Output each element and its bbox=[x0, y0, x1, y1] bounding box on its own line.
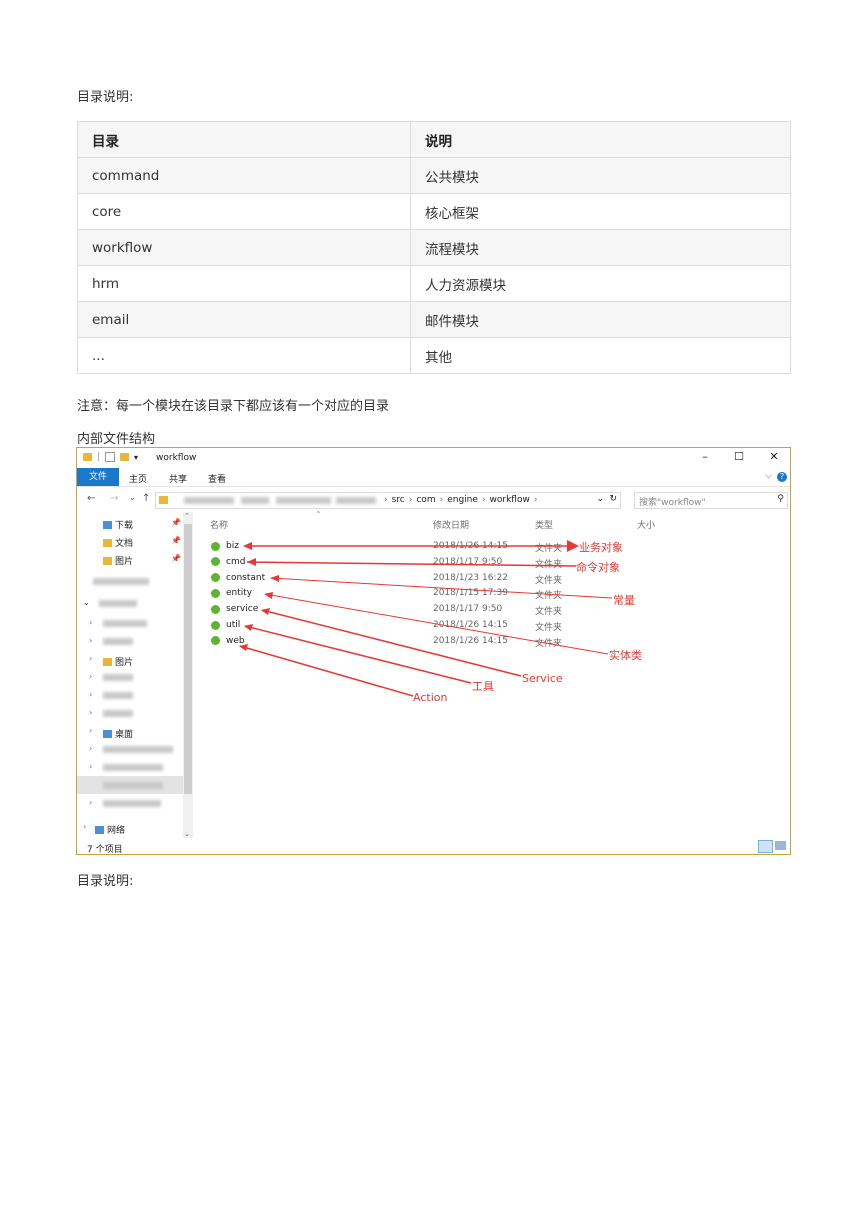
annotation-label: 工具 bbox=[472, 680, 494, 693]
arrow-constant bbox=[270, 577, 613, 599]
annotation-label: 业务对象 bbox=[579, 541, 623, 554]
footer-label: 目录说明: bbox=[77, 874, 134, 889]
arrowhead bbox=[243, 542, 252, 550]
annotation-label: 常量 bbox=[613, 594, 635, 607]
annotation-arrows bbox=[239, 540, 613, 697]
annotation-label: Action bbox=[413, 691, 448, 704]
arrowhead bbox=[239, 644, 248, 651]
arrow-web bbox=[239, 645, 414, 697]
arrow-service bbox=[261, 609, 522, 677]
arrowhead bbox=[270, 575, 279, 582]
annotation-label: 实体类 bbox=[609, 649, 642, 662]
annotation-label: 命令对象 bbox=[576, 561, 620, 574]
arrowhead bbox=[244, 624, 253, 631]
arrowhead bbox=[261, 608, 270, 615]
arrowhead bbox=[247, 558, 256, 566]
arrowhead bbox=[264, 592, 273, 599]
annotation-label: Service bbox=[522, 672, 563, 685]
arrow-cmd bbox=[246, 561, 577, 567]
